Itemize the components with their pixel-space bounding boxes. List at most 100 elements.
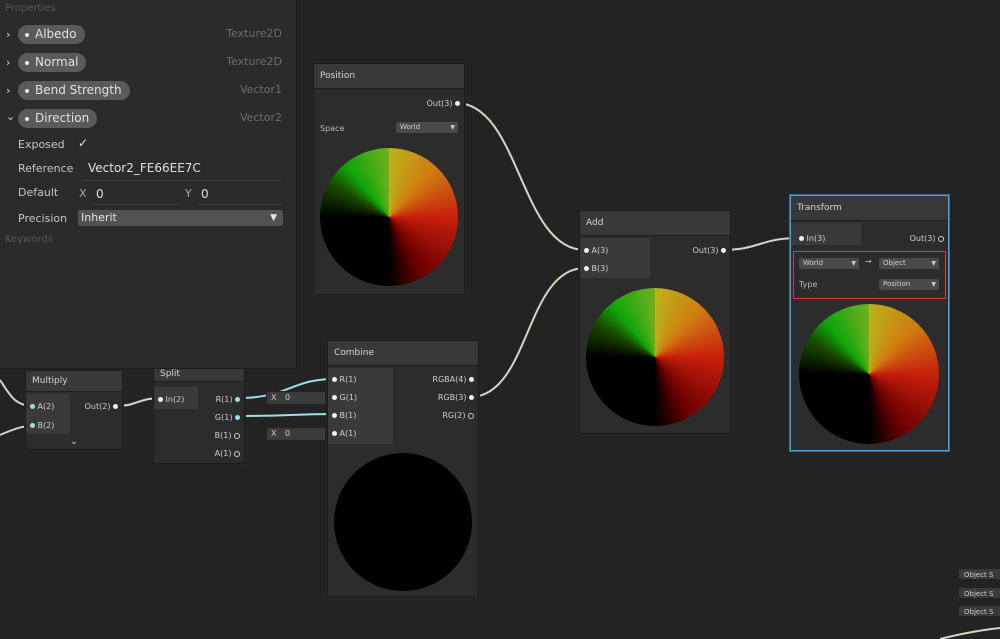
port-dot[interactable]	[455, 101, 460, 106]
split-node-title: Split	[154, 367, 244, 382]
split-node[interactable]: Split In(2) R(1) G(1) B(1) A(1)	[153, 366, 245, 464]
space-dropdown[interactable]: World ▼	[396, 122, 458, 133]
exposed-label: Exposed	[18, 138, 65, 151]
combine-in-b-port[interactable]: B(1)	[332, 410, 356, 422]
reference-underline	[82, 180, 282, 181]
port-dot[interactable]	[234, 432, 240, 439]
transform-in-port[interactable]: In(3)	[799, 233, 825, 245]
keywords-title: Keywords	[5, 234, 53, 245]
dot-icon	[25, 116, 29, 121]
chevron-right-icon[interactable]: ›	[6, 84, 10, 97]
property-pill[interactable]: Bend Strength	[18, 81, 130, 100]
combine-in-g-port[interactable]: G(1)	[332, 392, 357, 404]
reference-label: Reference	[18, 162, 74, 175]
chevron-right-icon[interactable]: ›	[6, 56, 10, 69]
combine-g-default-field[interactable]: X 0	[266, 391, 326, 405]
exposed-checkbox[interactable]: ✓	[78, 136, 88, 150]
add-node[interactable]: Add A(3) B(3) Out(3)	[579, 210, 731, 434]
property-albedo[interactable]: › Albedo Texture2D	[0, 25, 296, 47]
combine-node[interactable]: Combine R(1) G(1) B(1) A(1) RGBA(4) RGB(…	[327, 340, 479, 597]
wire-offscreen-right[interactable]	[939, 627, 1000, 639]
port-dot[interactable]	[332, 395, 337, 400]
chevron-right-icon[interactable]: ›	[6, 28, 10, 41]
position-node[interactable]: Position Out(3) Space World ▼	[313, 63, 465, 295]
property-type: Vector2	[239, 111, 282, 124]
port-dot[interactable]	[799, 236, 804, 241]
combine-out-rg-port[interactable]: RG(2)	[442, 410, 474, 422]
port-dot[interactable]	[332, 377, 337, 382]
object-space-label[interactable]: Object S	[958, 587, 1000, 599]
chevron-down-icon[interactable]: ⌄	[26, 437, 122, 447]
wire-combine-to-add[interactable]	[469, 267, 586, 398]
add-in-b-port[interactable]: B(3)	[584, 263, 608, 275]
multiply-in-b-port[interactable]: B(2)	[30, 420, 54, 432]
blackboard-panel[interactable]: Properties › Albedo Texture2D › Normal T…	[0, 0, 297, 369]
default-y-label: Y	[185, 187, 192, 200]
port-dot[interactable]	[235, 397, 240, 402]
combine-a-default-field[interactable]: X 0	[266, 427, 326, 441]
default-y-underline	[197, 204, 283, 205]
split-in-port[interactable]: In(2)	[158, 394, 184, 406]
default-x-label: X	[79, 187, 87, 200]
dot-icon	[25, 88, 29, 93]
dot-icon	[25, 60, 29, 65]
split-out-b-port[interactable]: B(1)	[215, 430, 240, 442]
split-out-a-port[interactable]: A(1)	[215, 448, 240, 460]
port-dot[interactable]	[158, 397, 163, 402]
add-preview-sphere	[586, 288, 724, 426]
combine-out-rgba-port[interactable]: RGBA(4)	[432, 374, 474, 386]
port-dot[interactable]	[332, 413, 337, 418]
property-normal[interactable]: › Normal Texture2D	[0, 53, 296, 75]
port-dot[interactable]	[113, 404, 118, 409]
combine-out-rgb-port[interactable]: RGB(3)	[438, 392, 474, 404]
property-direction[interactable]: ⌄ Direction Vector2	[0, 109, 296, 131]
port-dot[interactable]	[584, 266, 589, 271]
port-dot[interactable]	[469, 395, 474, 400]
split-out-r-port[interactable]: R(1)	[216, 394, 240, 406]
port-dot[interactable]	[235, 415, 240, 420]
transform-out-port[interactable]: Out(3)	[910, 233, 944, 245]
property-type: Vector1	[239, 83, 282, 96]
multiply-in-a-port[interactable]: A(2)	[30, 401, 54, 413]
combine-preview-sphere	[334, 453, 472, 591]
port-dot[interactable]	[468, 412, 474, 419]
property-type: Texture2D	[226, 55, 282, 68]
property-pill[interactable]: Normal	[18, 53, 87, 72]
position-out-port[interactable]: Out(3)	[427, 98, 460, 110]
transform-node[interactable]: Transform In(3) Out(3) World ▼ → Object ▼ …	[790, 195, 949, 451]
combine-node-title: Combine	[328, 341, 478, 366]
highlight-box	[793, 251, 946, 299]
port-dot[interactable]	[234, 450, 240, 457]
wire-add-to-transform[interactable]	[720, 237, 800, 251]
precision-label: Precision	[18, 212, 68, 225]
multiply-node-title: Multiply	[26, 371, 122, 392]
add-in-a-port[interactable]: A(3)	[584, 245, 608, 257]
multiply-out-port[interactable]: Out(2)	[85, 401, 118, 413]
port-dot[interactable]	[584, 248, 589, 253]
object-space-label[interactable]: Object S	[958, 568, 1000, 580]
add-out-port[interactable]: Out(3)	[693, 245, 726, 257]
combine-in-r-port[interactable]: R(1)	[332, 374, 356, 386]
chevron-down-icon[interactable]: ⌄	[6, 110, 15, 123]
split-out-g-port[interactable]: G(1)	[215, 412, 240, 424]
chevron-down-icon: ▼	[270, 213, 277, 223]
combine-in-a-port[interactable]: A(1)	[332, 428, 356, 440]
property-pill[interactable]: Albedo	[18, 25, 85, 44]
port-dot[interactable]	[30, 423, 35, 428]
wire-position-to-add[interactable]	[455, 102, 586, 251]
property-type: Texture2D	[226, 27, 282, 40]
default-y-input[interactable]: 0	[201, 187, 209, 201]
property-pill[interactable]: Direction	[18, 109, 98, 128]
multiply-node[interactable]: Multiply A(2) B(2) Out(2) ⌄	[25, 370, 123, 450]
reference-input[interactable]: Vector2_FE66EE7C	[88, 161, 201, 175]
property-bend-strength[interactable]: › Bend Strength Vector1	[0, 81, 296, 103]
port-dot[interactable]	[721, 248, 726, 253]
port-dot[interactable]	[469, 377, 474, 382]
port-dot[interactable]	[938, 235, 944, 242]
wire-split-g-to-combine[interactable]	[237, 413, 336, 417]
port-dot[interactable]	[30, 404, 35, 409]
default-x-input[interactable]: 0	[96, 187, 104, 201]
port-dot[interactable]	[332, 431, 337, 436]
object-space-label[interactable]: Object S	[958, 605, 1000, 617]
precision-dropdown[interactable]: Inherit ▼	[78, 210, 283, 226]
